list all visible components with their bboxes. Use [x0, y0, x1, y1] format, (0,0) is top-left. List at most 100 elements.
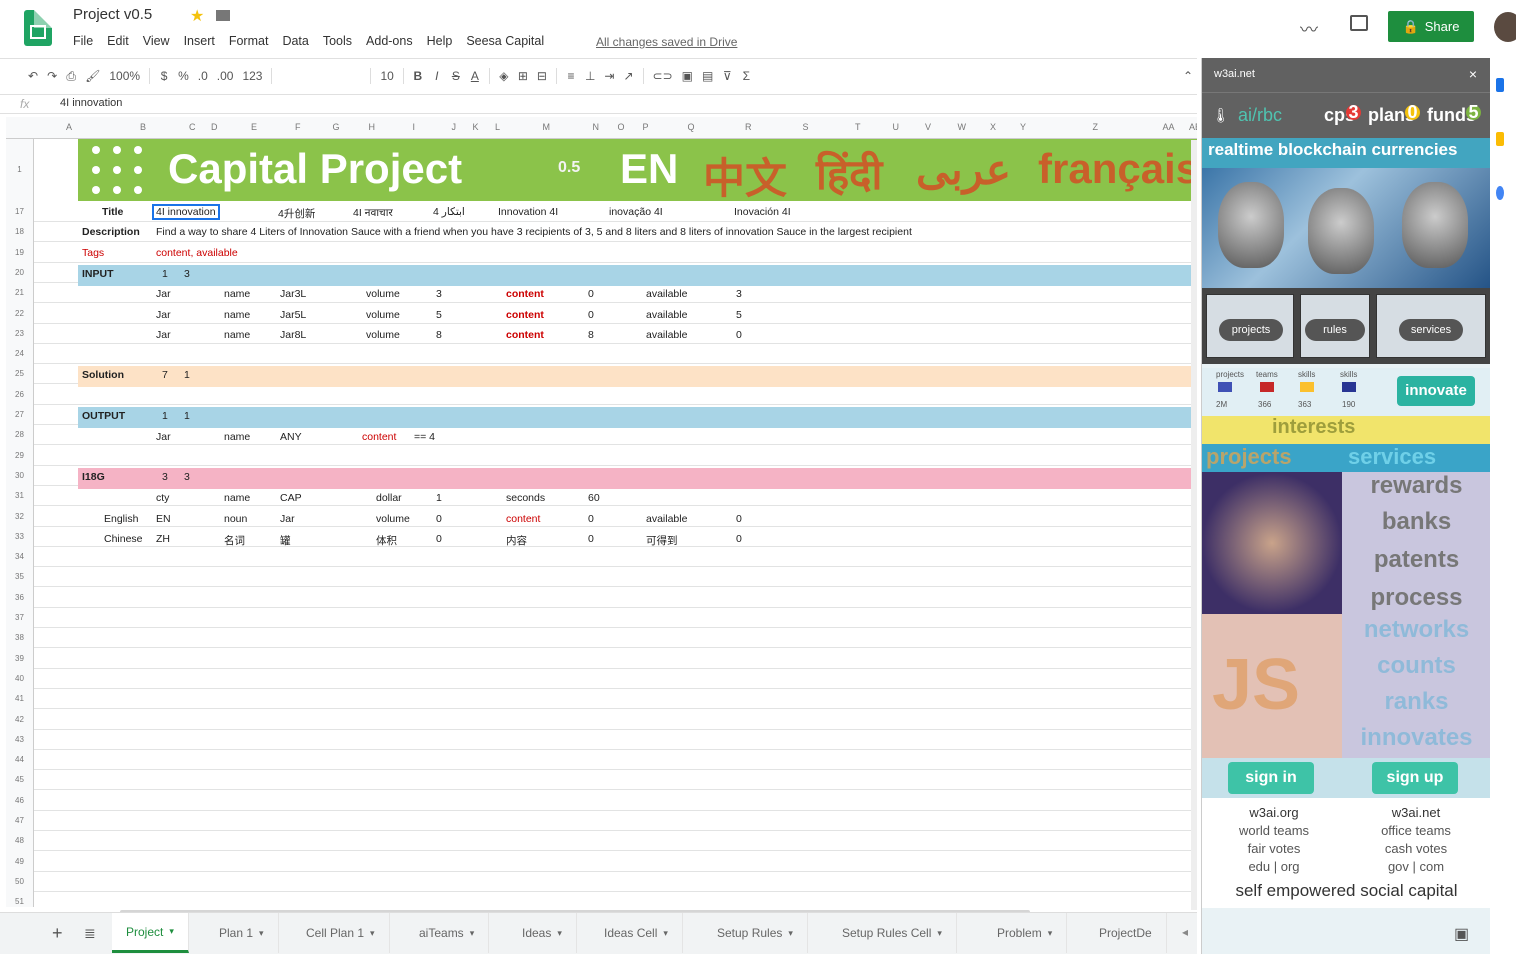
vertical-scrollbar[interactable]: [1191, 140, 1197, 910]
cell-available-key[interactable]: available: [646, 309, 687, 321]
thumb-projects[interactable]: projects: [1206, 294, 1294, 358]
sheet-tab[interactable]: Plan 1 ▾: [205, 913, 279, 953]
cell-output-jar[interactable]: Jar: [156, 431, 171, 443]
word-ranks[interactable]: ranks: [1342, 688, 1490, 716]
star-icon[interactable]: ★: [190, 6, 204, 26]
row-header[interactable]: 24: [6, 349, 33, 358]
tab-menu-icon[interactable]: ▾: [663, 928, 668, 939]
column-header[interactable]: X: [990, 122, 996, 132]
sheet-tab[interactable]: Problem ▾: [983, 913, 1068, 953]
cell-title-ar[interactable]: 4 ابتكار: [433, 206, 465, 218]
bold-button[interactable]: B: [413, 69, 423, 83]
cell-available-key[interactable]: available: [646, 513, 687, 525]
cell-i18g-label[interactable]: I18G: [82, 471, 105, 483]
row-header[interactable]: 29: [6, 451, 33, 460]
tab-menu-icon[interactable]: ▾: [169, 926, 174, 937]
sheet-tab[interactable]: Cell Plan 1 ▾: [292, 913, 390, 953]
cell-input-n1[interactable]: 1: [162, 268, 168, 280]
cell-title-zh[interactable]: 4升创新: [278, 206, 315, 221]
column-header[interactable]: Y: [1020, 122, 1026, 132]
cell-available-key[interactable]: available: [646, 288, 687, 300]
sheet-tab[interactable]: aiTeams ▾: [405, 913, 490, 953]
row-header[interactable]: 25: [6, 369, 33, 378]
cell-output-n1[interactable]: 1: [162, 410, 168, 422]
menu-seesa-capital[interactable]: Seesa Capital: [466, 34, 544, 48]
row-header[interactable]: 40: [6, 674, 33, 683]
document-title[interactable]: Project v0.5: [73, 6, 152, 23]
row-header[interactable]: 23: [6, 329, 33, 338]
row-header[interactable]: 50: [6, 877, 33, 886]
column-header[interactable]: F: [295, 122, 301, 132]
tab-menu-icon[interactable]: ▾: [557, 928, 562, 939]
column-header[interactable]: E: [251, 122, 257, 132]
cell-title-label[interactable]: Title: [102, 206, 123, 218]
column-header[interactable]: L: [495, 122, 500, 132]
collapse-toolbar-icon[interactable]: ⌃: [1183, 69, 1193, 83]
cell-volume-key[interactable]: volume: [366, 309, 400, 321]
thumb-services[interactable]: services: [1376, 294, 1486, 358]
cell-jar[interactable]: Jar: [156, 288, 171, 300]
menu-view[interactable]: View: [143, 34, 170, 48]
column-header[interactable]: P: [643, 122, 649, 132]
cell-volume-value[interactable]: 3: [436, 288, 442, 300]
cell-title-en[interactable]: Innovation 4I: [498, 206, 558, 218]
cell-volume-key[interactable]: dollar: [376, 492, 402, 504]
nav-ai-rbc[interactable]: ai/rbc: [1238, 105, 1282, 126]
cell-output-label[interactable]: OUTPUT: [82, 410, 125, 422]
row-header[interactable]: 20: [6, 268, 33, 277]
cell-name-key[interactable]: 名词: [224, 533, 245, 548]
cell-name-key[interactable]: name: [224, 492, 250, 504]
column-header[interactable]: N: [593, 122, 600, 132]
row-header[interactable]: 1: [6, 165, 33, 174]
cell-lang-code[interactable]: ZH: [156, 533, 170, 545]
row-header[interactable]: 38: [6, 633, 33, 642]
spreadsheet-grid[interactable]: ABCDEFGHIJKLMNOPQRSTUVWXYZAAAB 117181920…: [6, 117, 1197, 907]
sheet-tab[interactable]: Setup Rules ▾: [703, 913, 808, 953]
row-header[interactable]: 31: [6, 491, 33, 500]
insert-comment-icon[interactable]: ▣: [682, 69, 693, 83]
row-header[interactable]: 17: [6, 207, 33, 216]
menu-edit[interactable]: Edit: [107, 34, 129, 48]
insert-link-icon[interactable]: ⊂⊃: [653, 69, 673, 83]
column-header[interactable]: Q: [688, 122, 695, 132]
functions-button[interactable]: Σ: [741, 69, 751, 83]
cell-i18g-n1[interactable]: 3: [162, 471, 168, 483]
row-header[interactable]: 33: [6, 532, 33, 541]
column-header[interactable]: G: [333, 122, 340, 132]
sheet-tab[interactable]: ProjectDe: [1085, 913, 1167, 953]
row-header[interactable]: 47: [6, 816, 33, 825]
column-header[interactable]: H: [369, 122, 376, 132]
cell-content-value[interactable]: 0: [588, 533, 594, 545]
cell-solution-label[interactable]: Solution: [82, 369, 124, 381]
link[interactable]: gov | com: [1346, 858, 1486, 876]
innovate-button[interactable]: innovate: [1397, 376, 1475, 406]
add-sheet-icon[interactable]: +: [52, 923, 63, 944]
menu-format[interactable]: Format: [229, 34, 269, 48]
row-header[interactable]: 39: [6, 654, 33, 663]
projects-word[interactable]: projects: [1206, 444, 1292, 470]
cell-available-value[interactable]: 0: [736, 329, 742, 341]
cell-name-value[interactable]: CAP: [280, 492, 302, 504]
vertical-align-icon[interactable]: ⊥: [585, 69, 595, 83]
cell-content-value[interactable]: 0: [588, 309, 594, 321]
row-header[interactable]: 43: [6, 735, 33, 744]
borders-icon[interactable]: ⊞: [518, 69, 528, 83]
cell-solution-n1[interactable]: 7: [162, 369, 168, 381]
word-process[interactable]: process: [1342, 584, 1490, 612]
row-header[interactable]: 37: [6, 613, 33, 622]
all-sheets-icon[interactable]: ≣: [84, 925, 96, 942]
column-header[interactable]: B: [140, 122, 146, 132]
column-header[interactable]: AB: [1189, 122, 1197, 132]
cell-content-key[interactable]: content: [506, 513, 540, 525]
close-icon[interactable]: ×: [1469, 66, 1477, 82]
cell-title-pt[interactable]: inovação 4I: [609, 206, 663, 218]
row-header[interactable]: 22: [6, 309, 33, 318]
share-button[interactable]: 🔒 Share: [1388, 11, 1474, 42]
font-size-select[interactable]: 10: [380, 69, 393, 83]
cell-volume-value[interactable]: 5: [436, 309, 442, 321]
cell-output-name-value[interactable]: ANY: [280, 431, 302, 443]
decrease-decimals-button[interactable]: .0: [198, 69, 208, 83]
cell-lang-code[interactable]: cty: [156, 492, 169, 504]
link[interactable]: fair votes: [1204, 840, 1344, 858]
sheet-tab[interactable]: Ideas Cell ▾: [590, 913, 683, 953]
